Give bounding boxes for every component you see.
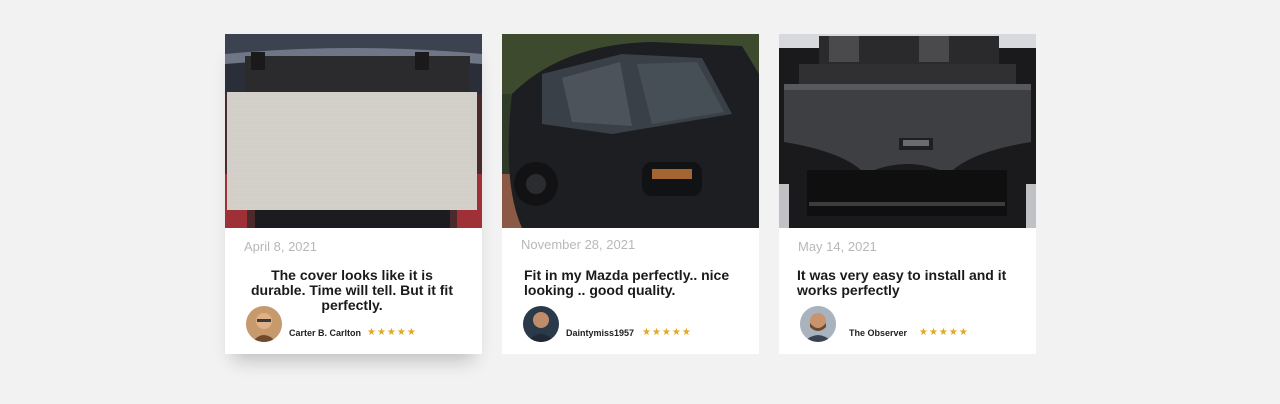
star-rating: ★★★★★ <box>367 327 417 338</box>
review-card: April 8, 2021 The cover looks like it is… <box>225 34 482 354</box>
reviewer-name: Carter B. Carlton <box>289 328 362 338</box>
review-text: It was very easy to install and it works… <box>797 267 1007 298</box>
review-card: May 14, 2021 It was very easy to install… <box>779 34 1036 354</box>
review-card: November 28, 2021 Fit in my Mazda perfec… <box>502 34 759 354</box>
review-text: Fit in my Mazda perfectly.. nice looking… <box>524 267 730 298</box>
reviewer-name: The Observer <box>849 328 908 338</box>
review-date: April 8, 2021 <box>244 239 317 254</box>
review-text: The cover looks like it is durable. Time… <box>251 267 453 313</box>
review-photo[interactable] <box>225 34 482 228</box>
trunk-cover-photo-icon <box>779 34 1036 228</box>
star-rating: ★★★★★ <box>919 327 969 338</box>
avatar <box>246 306 282 342</box>
avatar <box>523 306 559 342</box>
review-date: November 28, 2021 <box>521 237 636 252</box>
avatar-photo-icon <box>523 306 559 342</box>
avatar-photo-icon <box>800 306 836 342</box>
black-suv-photo-icon <box>502 34 759 228</box>
cargo-cover-photo-icon <box>225 34 482 228</box>
reviews-section: April 8, 2021 The cover looks like it is… <box>0 0 1280 404</box>
reviewer-name: Daintymiss1957 <box>566 328 635 338</box>
review-photo[interactable] <box>779 34 1036 228</box>
avatar-photo-icon <box>246 306 282 342</box>
star-rating: ★★★★★ <box>642 327 692 338</box>
avatar <box>800 306 836 342</box>
review-photo[interactable] <box>502 34 759 228</box>
review-date: May 14, 2021 <box>798 239 877 254</box>
